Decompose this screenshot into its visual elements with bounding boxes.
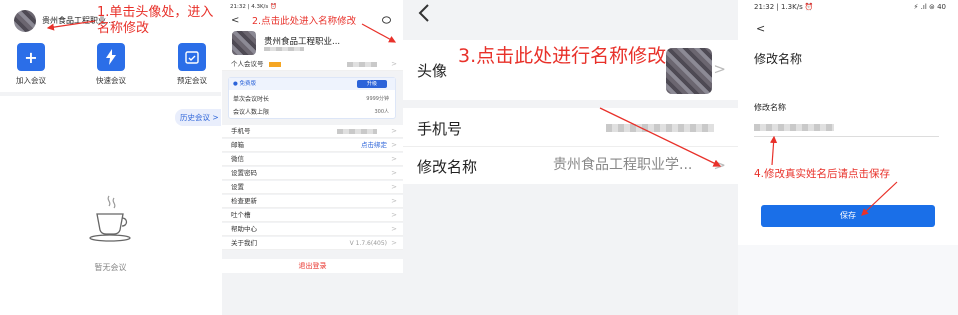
user-avatar[interactable]: [232, 31, 256, 55]
vip-header: ● 免费版 升级: [229, 78, 395, 90]
meeting-home-screen: 贵州食品工程职业... 1.单击头像处，进入名称修改 + 加入会议 快速会议 预…: [0, 0, 221, 315]
logout-button[interactable]: 退出登录: [222, 259, 403, 273]
save-button[interactable]: 保存: [761, 205, 935, 227]
chat-icon[interactable]: [382, 16, 391, 28]
help-center-row[interactable]: 帮助中心 >: [222, 223, 403, 236]
history-meetings-button[interactable]: 历史会议 >: [175, 109, 221, 126]
section-divider: [0, 92, 221, 96]
blurred-subtitle: [264, 47, 304, 51]
set-password-row[interactable]: 设置密码 >: [222, 167, 403, 180]
calendar-check-icon: [178, 43, 206, 71]
name-input[interactable]: [754, 124, 834, 131]
plus-icon: +: [17, 43, 45, 71]
back-icon[interactable]: <: [756, 22, 765, 35]
check-update-row[interactable]: 检查更新 >: [222, 195, 403, 208]
schedule-meeting-button[interactable]: 预定会议: [167, 43, 217, 86]
chevron-right-icon: >: [391, 211, 397, 219]
chevron-right-icon: >: [391, 141, 397, 149]
settings-row[interactable]: 设置 >: [222, 181, 403, 194]
account-info-screen: 头像 > 3.点击此处进行名称修改 手机号 修改名称 > 贵州食品工程职业学..…: [403, 0, 738, 315]
user-name[interactable]: 贵州食品工程职业...: [264, 35, 340, 47]
vip-card: ● 免费版 升级 单次会议时长 9999分钟 会议人数上限 300人: [228, 77, 396, 119]
current-name-value: 贵州食品工程职业学...: [553, 157, 693, 173]
status-bar: 21:32 | 1.3K/s ⏰: [754, 3, 814, 11]
personal-id-row[interactable]: 个人会议号 >: [222, 58, 403, 71]
name-field-label: 修改名称: [754, 103, 786, 112]
back-icon[interactable]: [417, 2, 431, 30]
join-meeting-button[interactable]: + 加入会议: [6, 43, 56, 86]
chevron-right-icon: >: [713, 60, 726, 78]
chevron-right-icon: >: [391, 183, 397, 191]
chevron-right-icon: >: [391, 225, 397, 233]
about-us-row[interactable]: 关于我们 V 1.7.6(405) >: [222, 237, 403, 250]
email-row[interactable]: 邮箱 点击绑定 >: [222, 139, 403, 152]
quick-meeting-button[interactable]: 快速会议: [86, 43, 136, 86]
coffee-cup-icon: [89, 195, 131, 242]
chevron-right-icon: >: [713, 156, 726, 174]
annotation-step-3: 3.点击此处进行名称修改: [458, 45, 667, 67]
user-avatar[interactable]: [666, 48, 712, 94]
lightning-icon: [97, 43, 125, 71]
signal-battery-icons: ⚡ .ıl ⊜ 40: [913, 3, 946, 11]
annotation-step-1: 1.单击头像处，进入名称修改: [97, 5, 214, 36]
chevron-right-icon: >: [391, 155, 397, 163]
chevron-right-icon: >: [391, 239, 397, 247]
blurred-phone-value: [606, 124, 714, 132]
chevron-right-icon: >: [391, 127, 397, 135]
chevron-right-icon: >: [391, 169, 397, 177]
annotation-step-4: 4.修改真实姓名后请点击保存: [754, 168, 891, 180]
profile-screen: 21:32 | 4.3K/s ⏰ < 2.点击此处进入名称修改 贵州食品工程职业…: [222, 0, 403, 315]
user-avatar[interactable]: [14, 10, 36, 32]
empty-state-text: 暂无会议: [94, 263, 127, 272]
phone-row[interactable]: 手机号 >: [222, 125, 403, 138]
chevron-right-icon: >: [391, 197, 397, 205]
feedback-row[interactable]: 吐个槽 >: [222, 209, 403, 222]
back-icon[interactable]: <: [231, 15, 239, 26]
status-bar: 21:32 | 4.3K/s ⏰: [230, 4, 277, 10]
input-underline: [754, 136, 939, 137]
upgrade-button[interactable]: 升级: [357, 80, 387, 88]
annotation-step-2: 2.点击此处进入名称修改: [252, 16, 357, 27]
edit-name-screen: 21:32 | 1.3K/s ⏰ ⚡ .ıl ⊜ 40 < 修改名称 修改名称 …: [738, 0, 958, 315]
chevron-right-icon: >: [391, 60, 397, 68]
pro-badge: [268, 61, 281, 67]
wechat-row[interactable]: 微信 >: [222, 153, 403, 166]
page-title: 修改名称: [754, 52, 803, 66]
